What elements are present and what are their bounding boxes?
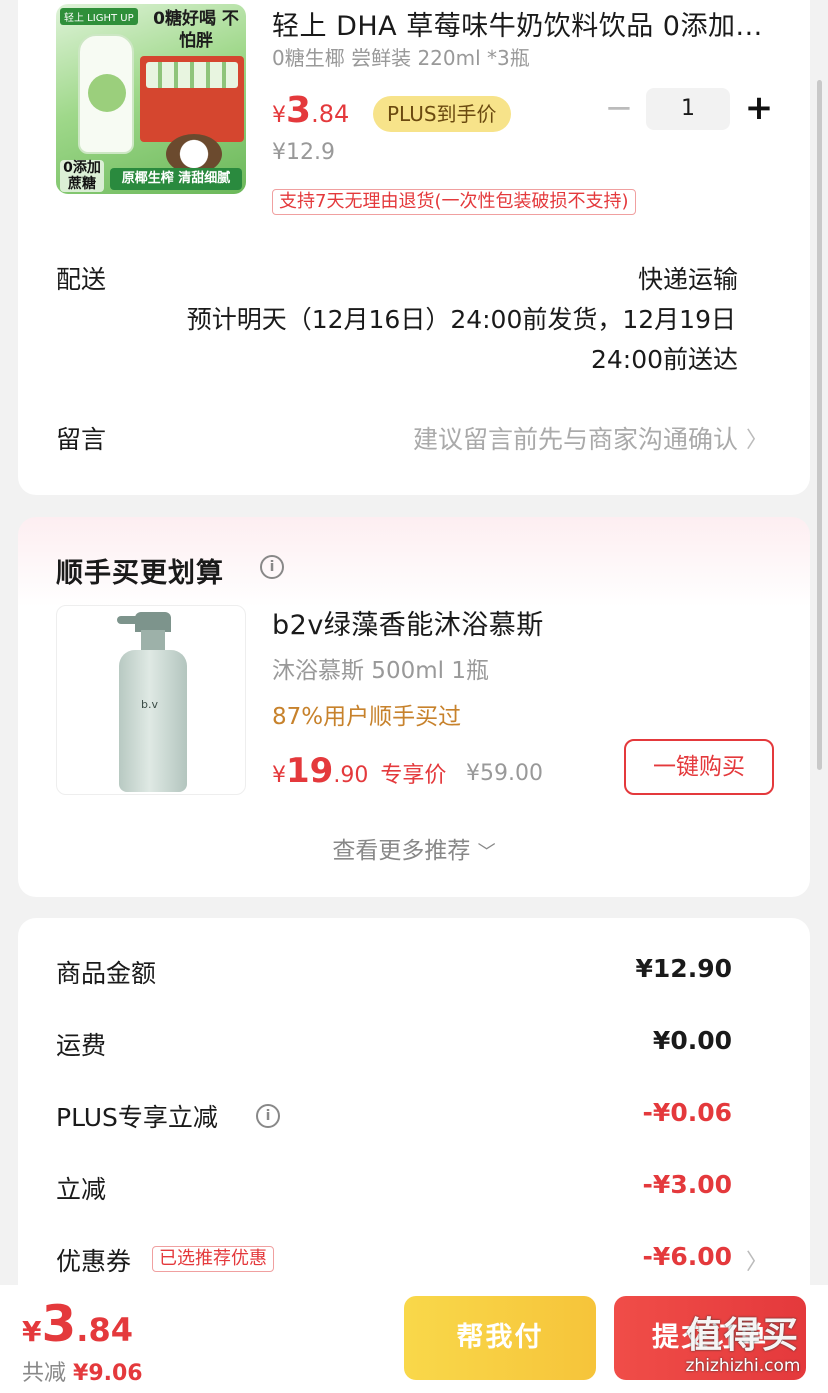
memo-input[interactable]: 建议留言前先与商家沟通确认 [413, 420, 738, 456]
return-policy-tag: 支持7天无理由退货(一次性包装破损不支持) [272, 189, 636, 215]
total-decimal: .84 [76, 1311, 133, 1349]
rec-price-integer: 19 [286, 751, 334, 791]
watermark-logo: 值得买 [685, 1315, 800, 1356]
summary-label: 立减 [56, 1175, 107, 1204]
memo-label: 留言 [56, 425, 107, 454]
rec-price-tag: 专享价 [380, 763, 447, 788]
original-price: ¥12.9 [272, 140, 335, 165]
summary-label: PLUS专享立减 [56, 1103, 218, 1132]
summary-label: 运费 [56, 1031, 107, 1060]
shipping-estimate-line1: 预计明天（12月16日）24:00前发货，12月19日 [186, 305, 736, 334]
scrollbar[interactable] [817, 80, 822, 770]
summary-row-goods: 商品金额 ¥12.90 [56, 954, 732, 994]
info-icon[interactable]: i [256, 1104, 280, 1128]
product-image-badge-left: 0添加 蔗糖 [60, 160, 104, 192]
chevron-down-icon: ﹀ [477, 842, 496, 863]
recommend-product-image[interactable]: b.v [56, 605, 246, 795]
summary-value: -¥6.00 [642, 1242, 732, 1271]
summary-value: -¥0.06 [642, 1098, 732, 1127]
product-spec[interactable]: 0糖生椰 尝鲜装 220ml *3瓶 [272, 42, 530, 71]
summary-row-instant-discount: 立减 -¥3.00 [56, 1170, 732, 1210]
coupon-selected-tag: 已选推荐优惠 [152, 1246, 274, 1272]
watermark: 值得买 zhizhizhi.com [664, 1306, 822, 1376]
plus-price-tag: PLUS到手价 [373, 96, 511, 132]
total-price: ¥ 3 .84 [22, 1295, 133, 1353]
rec-price-currency: ¥ [272, 763, 286, 788]
price-decimal: .84 [311, 100, 350, 128]
savings-value: ¥9.06 [73, 1361, 143, 1386]
total-savings: 共减 ¥9.06 [22, 1355, 143, 1387]
summary-value: -¥3.00 [642, 1170, 732, 1199]
order-product-card: 轻上 LIGHT UP 0糖好喝 不怕胖 0添加 蔗糖 原椰生榨 清甜细腻 轻上… [18, 0, 810, 495]
summary-value: ¥0.00 [652, 1026, 732, 1055]
product-title[interactable]: 轻上 DHA 草莓味牛奶饮料饮品 0添加... [272, 4, 772, 43]
help-pay-button[interactable]: 帮我付 [404, 1296, 596, 1380]
rec-price-decimal: .90 [333, 763, 369, 788]
watermark-url: zhizhizhi.com [685, 1356, 801, 1376]
product-image-banner: 0糖好喝 不怕胖 [153, 9, 239, 51]
quantity-increase-button[interactable]: + [742, 86, 776, 130]
info-icon[interactable]: i [260, 555, 284, 579]
more-recommendations-link[interactable]: 查看更多推荐 ﹀ [18, 831, 810, 865]
summary-label: 商品金额 [56, 959, 157, 988]
summary-row-plus-discount: PLUS专享立减 i -¥0.06 [56, 1098, 732, 1138]
shipping-estimate-line2: 24:00前送达 [590, 345, 738, 374]
product-price: ¥ 3 .84 [272, 90, 349, 131]
shipping-method: 快递运输 [637, 265, 738, 294]
savings-label: 共减 [22, 1361, 67, 1386]
product-image-badge-bottom: 原椰生榨 清甜细腻 [110, 168, 242, 190]
total-integer: 3 [41, 1295, 77, 1353]
recommend-bought-rate: 87%用户顺手买过 [272, 704, 462, 730]
price-integer: 3 [286, 90, 312, 131]
quantity-input[interactable]: 1 [646, 88, 730, 130]
order-summary-card: 商品金额 ¥12.90 运费 ¥0.00 PLUS专享立减 i -¥0.06 立… [18, 918, 810, 1338]
one-click-buy-button[interactable]: 一键购买 [624, 739, 774, 795]
summary-value: ¥12.90 [635, 954, 732, 983]
chevron-right-icon[interactable]: 〉 [746, 1244, 768, 1276]
summary-row-shipping: 运费 ¥0.00 [56, 1026, 732, 1066]
total-currency: ¥ [22, 1315, 42, 1348]
more-recommendations-label: 查看更多推荐 [332, 838, 471, 864]
recommend-original-price: ¥59.00 [466, 761, 543, 786]
bottle-graphic [78, 34, 134, 154]
recommend-card: 顺手买更划算 i b.v b2v绿藻香能沐浴慕斯 沐浴慕斯 500ml 1瓶 8… [18, 517, 810, 897]
shipping-label: 配送 [56, 265, 107, 294]
quantity-decrease-button[interactable]: − [604, 88, 634, 128]
recommend-image-label: b.v [141, 698, 158, 711]
recommend-title: 顺手买更划算 [56, 558, 224, 589]
recommend-product-name[interactable]: b2v绿藻香能沐浴慕斯 [272, 603, 544, 642]
box-graphic [140, 56, 244, 142]
summary-label: 优惠券 [56, 1247, 132, 1276]
chevron-right-icon[interactable]: 〉 [746, 422, 768, 454]
product-image-brand: 轻上 LIGHT UP [60, 8, 138, 25]
recommend-price: ¥ 19 .90 专享价 [272, 751, 446, 791]
recommend-product-spec: 沐浴慕斯 500ml 1瓶 [272, 658, 489, 684]
summary-row-coupon[interactable]: 优惠券 已选推荐优惠 -¥6.00 [56, 1242, 732, 1282]
product-image[interactable]: 轻上 LIGHT UP 0糖好喝 不怕胖 0添加 蔗糖 原椰生榨 清甜细腻 [56, 4, 246, 194]
price-currency: ¥ [272, 103, 286, 128]
